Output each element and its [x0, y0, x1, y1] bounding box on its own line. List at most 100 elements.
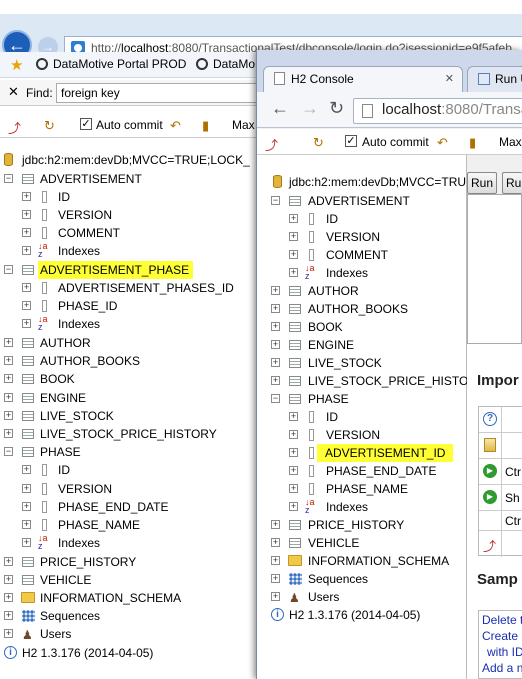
expand-icon[interactable]: + [271, 376, 280, 385]
disconnect-icon[interactable]: ⤴ [265, 135, 278, 154]
console-toolbar: ⤴ ↻ ✓ Auto commit ↶ ▮ Max [0, 112, 256, 138]
expand-icon[interactable]: + [271, 538, 280, 547]
expand-icon[interactable]: + [22, 283, 31, 292]
expand-icon[interactable]: + [271, 286, 280, 295]
expand-icon[interactable]: + [22, 210, 31, 219]
expand-icon[interactable]: + [4, 393, 13, 402]
forward-icon[interactable]: → [301, 98, 319, 119]
auto-commit-checkbox[interactable]: ✓ [80, 118, 92, 130]
sample-link[interactable]: Delete t [482, 613, 522, 627]
collapse-icon[interactable]: − [4, 447, 13, 456]
url-input[interactable]: localhost:8080/Transa [353, 98, 522, 124]
expand-icon[interactable]: + [4, 593, 13, 602]
expand-icon[interactable]: + [271, 304, 280, 313]
close-icon[interactable]: ✕ [445, 67, 454, 91]
run-button[interactable]: Run [467, 172, 498, 194]
auto-commit-label: Auto commit [96, 118, 163, 132]
sample-link[interactable]: Add a n [482, 661, 522, 675]
close-icon[interactable]: ✕ [8, 84, 19, 100]
expand-icon[interactable]: + [271, 322, 280, 331]
indexes-icon: ↓a z [38, 533, 48, 551]
sample-link[interactable]: with ID [487, 645, 522, 659]
tab-h2-console[interactable]: H2 Console ✕ [263, 66, 463, 92]
collapse-icon[interactable]: − [4, 265, 13, 274]
expand-icon[interactable]: + [22, 228, 31, 237]
back-icon[interactable]: ← [271, 98, 289, 119]
expand-icon[interactable]: + [271, 520, 280, 529]
favorite-link[interactable]: DataMotive Portal PROD [36, 57, 186, 71]
expand-icon[interactable]: + [4, 356, 13, 365]
collapse-icon[interactable]: − [4, 174, 13, 183]
table-row: ▶ Sh [479, 485, 522, 511]
expand-icon[interactable]: + [289, 214, 298, 223]
expand-icon[interactable]: + [271, 556, 280, 565]
expand-icon[interactable]: + [22, 301, 31, 310]
expand-icon[interactable]: + [289, 484, 298, 493]
expand-icon[interactable]: + [289, 430, 298, 439]
find-input[interactable]: foreign key [56, 83, 266, 103]
table-icon [22, 174, 34, 184]
tab-strip: H2 Console✕ Run U [257, 50, 522, 92]
expand-icon[interactable]: + [289, 250, 298, 259]
table-icon [289, 394, 301, 404]
commit-icon[interactable]: ▮ [469, 135, 476, 151]
refresh-icon[interactable]: ↻ [313, 135, 324, 151]
table-row [479, 433, 522, 459]
expand-icon[interactable]: + [289, 502, 298, 511]
sample-link[interactable]: Create [482, 629, 518, 643]
auto-commit-checkbox[interactable]: ✓ [345, 135, 357, 147]
run-selected-button[interactable]: Ru [502, 172, 522, 194]
table-icon [22, 338, 34, 348]
expand-icon[interactable]: + [271, 574, 280, 583]
table-icon [22, 447, 34, 457]
expand-icon[interactable]: + [22, 465, 31, 474]
expand-icon[interactable]: + [4, 411, 13, 420]
expand-icon[interactable]: + [22, 192, 31, 201]
favorite-icon [196, 58, 208, 70]
table-icon [289, 322, 301, 332]
table-icon [22, 575, 34, 585]
reload-icon[interactable]: ↻ [329, 98, 344, 119]
column-icon [309, 465, 314, 477]
schema-tree: jdbc:h2:mem:devDb;MVCC=TRU − ADVERTISEMEN… [257, 155, 468, 679]
expand-icon[interactable]: + [271, 340, 280, 349]
sql-editor[interactable] [467, 194, 522, 344]
column-icon [309, 411, 314, 423]
expand-icon[interactable]: + [289, 268, 298, 277]
expand-icon[interactable]: + [4, 629, 13, 638]
tab-run[interactable]: Run U [467, 66, 522, 92]
expand-icon[interactable]: + [289, 448, 298, 457]
commit-icon[interactable]: ▮ [202, 118, 209, 134]
collapse-icon[interactable]: − [271, 394, 280, 403]
expand-icon[interactable]: + [22, 246, 31, 255]
rollback-icon[interactable]: ↶ [170, 118, 181, 134]
expand-icon[interactable]: + [271, 358, 280, 367]
page-icon [274, 72, 285, 85]
rollback-icon[interactable]: ↶ [437, 135, 448, 151]
expand-icon[interactable]: + [22, 520, 31, 529]
expand-icon[interactable]: + [22, 538, 31, 547]
expand-icon[interactable]: + [4, 575, 13, 584]
expand-icon[interactable]: + [22, 319, 31, 328]
favorite-link[interactable]: DataMo [196, 57, 255, 71]
expand-icon[interactable]: + [22, 484, 31, 493]
expand-icon[interactable]: + [271, 592, 280, 601]
expand-icon[interactable]: + [289, 412, 298, 421]
disconnect-icon[interactable]: ⤴ [8, 118, 21, 137]
refresh-icon[interactable]: ↻ [44, 118, 55, 134]
database-icon [273, 175, 282, 188]
expand-icon[interactable]: + [289, 232, 298, 241]
expand-icon[interactable]: + [289, 466, 298, 475]
expand-icon[interactable]: + [22, 502, 31, 511]
expand-icon[interactable]: + [4, 557, 13, 566]
collapse-icon[interactable]: − [271, 196, 280, 205]
table-icon [289, 376, 301, 386]
expand-icon[interactable]: + [4, 338, 13, 347]
important-heading: Impor [477, 372, 519, 389]
expand-icon[interactable]: + [4, 429, 13, 438]
column-icon [42, 282, 47, 294]
favorites-star-icon[interactable]: ★ [10, 56, 23, 74]
expand-icon[interactable]: + [4, 611, 13, 620]
column-icon [309, 429, 314, 441]
expand-icon[interactable]: + [4, 374, 13, 383]
